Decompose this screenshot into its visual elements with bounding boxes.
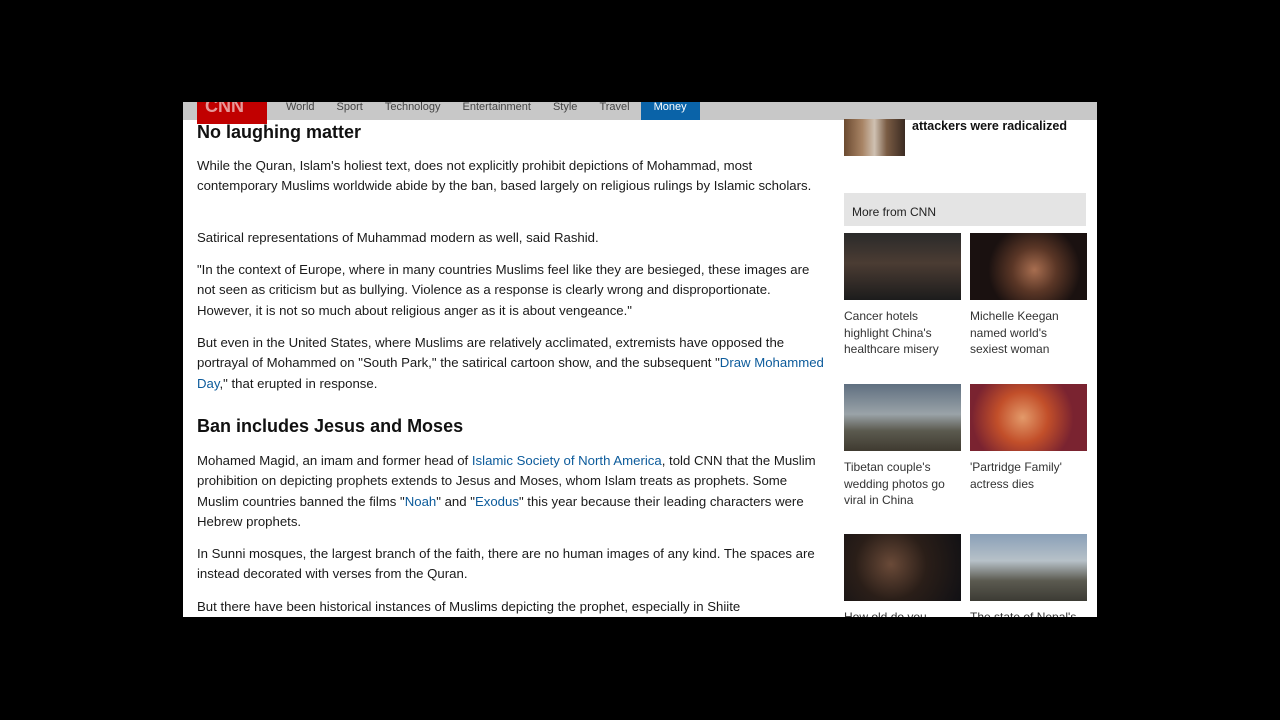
rail-headline[interactable]: attackers were radicalized xyxy=(912,118,1092,134)
link-islamic-society[interactable]: Islamic Society of North America xyxy=(472,453,662,468)
section-heading-no-laughing-matter: No laughing matter xyxy=(197,122,362,142)
story-card[interactable]: 'Partridge Family' actress dies xyxy=(970,384,1087,492)
story-image[interactable] xyxy=(844,233,961,300)
paragraph-text: ," that erupted in response. xyxy=(219,375,378,391)
link-noah[interactable]: Noah xyxy=(405,494,437,509)
story-caption[interactable]: The state of Nepal's xyxy=(970,609,1087,617)
article-paragraph: Satirical representations of Muhammad mo… xyxy=(197,230,599,245)
browser-viewport: World Sport Technology Entertainment Sty… xyxy=(183,102,1097,617)
story-image[interactable] xyxy=(844,384,961,451)
story-image[interactable] xyxy=(970,384,1087,451)
story-thumbnail[interactable] xyxy=(844,119,905,156)
nav-item-sport[interactable]: Sport xyxy=(326,102,374,120)
article-paragraph: In Sunni mosques, the largest branch of … xyxy=(197,546,815,582)
more-from-cnn-header: More from CNN xyxy=(844,193,1086,226)
article-paragraph: While the Quran, Islam's holiest text, d… xyxy=(197,158,812,194)
nav-item-money[interactable]: Money xyxy=(640,102,700,120)
nav-item-entertainment[interactable]: Entertainment xyxy=(451,102,541,120)
nav-item-style[interactable]: Style xyxy=(542,102,588,120)
article-paragraph: "In the context of Europe, where in many… xyxy=(197,262,810,318)
article-paragraph: But even in the United States, where Mus… xyxy=(197,333,829,394)
link-exodus[interactable]: Exodus xyxy=(475,494,519,509)
nav-item-world[interactable]: World xyxy=(275,102,326,120)
nav-item-travel[interactable]: Travel xyxy=(588,102,640,120)
paragraph-text: But even in the United States, where Mus… xyxy=(197,335,785,371)
story-card[interactable]: Cancer hotels highlight China's healthca… xyxy=(844,233,961,358)
story-image[interactable] xyxy=(844,534,961,601)
story-card[interactable]: How old do you xyxy=(844,534,961,617)
story-card[interactable]: Michelle Keegan named world's sexiest wo… xyxy=(970,233,1087,358)
paragraph-text: Mohamed Magid, an imam and former head o… xyxy=(197,453,472,468)
nav-items: World Sport Technology Entertainment Sty… xyxy=(275,102,700,120)
story-image[interactable] xyxy=(970,534,1087,601)
story-caption[interactable]: Cancer hotels highlight China's healthca… xyxy=(844,308,961,358)
story-card[interactable]: Tibetan couple's wedding photos go viral… xyxy=(844,384,961,509)
story-card[interactable]: The state of Nepal's xyxy=(970,534,1087,617)
story-caption[interactable]: How old do you xyxy=(844,609,961,617)
logo-text: CNN xyxy=(205,102,244,116)
article-paragraph: But there have been historical instances… xyxy=(197,599,741,614)
article-paragraph: Mohamed Magid, an imam and former head o… xyxy=(197,451,829,532)
story-image[interactable] xyxy=(970,233,1087,300)
story-caption[interactable]: Tibetan couple's wedding photos go viral… xyxy=(844,459,961,509)
paragraph-text: " and " xyxy=(436,493,475,509)
section-heading-ban-includes-jesus-and-moses: Ban includes Jesus and Moses xyxy=(197,416,464,436)
cnn-logo[interactable]: CNN xyxy=(197,102,267,124)
nav-item-technology[interactable]: Technology xyxy=(374,102,452,120)
story-caption[interactable]: 'Partridge Family' actress dies xyxy=(970,459,1087,492)
story-caption[interactable]: Michelle Keegan named world's sexiest wo… xyxy=(970,308,1087,358)
